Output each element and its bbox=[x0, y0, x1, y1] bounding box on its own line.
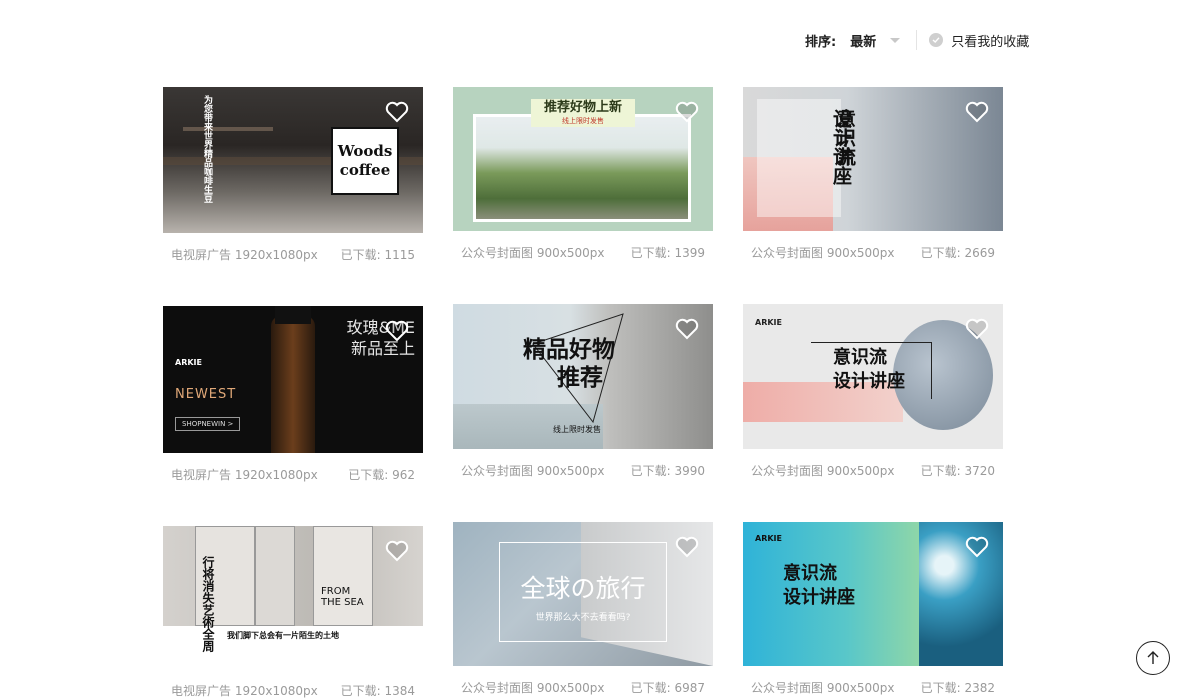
template-thumbnail[interactable]: ARKIE 意识流 设计讲座 bbox=[743, 304, 1003, 449]
heart-icon[interactable] bbox=[675, 536, 699, 558]
card-title: 意识流 bbox=[783, 563, 837, 584]
template-thumbnail[interactable]: FROM THE SEA 行将消失艺術全周 我们脚下总会有一片陌生的土地 bbox=[163, 526, 423, 669]
card-downloads: 已下载: 6987 bbox=[630, 681, 705, 695]
heart-icon[interactable] bbox=[675, 101, 699, 123]
card-downloads: 已下载: 2669 bbox=[920, 246, 995, 260]
heart-icon[interactable] bbox=[965, 101, 989, 123]
card-downloads: 已下载: 2382 bbox=[920, 681, 995, 695]
card-type: 电视屏广告 1920x1080px bbox=[171, 468, 318, 482]
heart-icon[interactable] bbox=[385, 540, 409, 562]
card-title2: 推荐 bbox=[557, 365, 603, 391]
card-downloads: 已下载: 1115 bbox=[340, 248, 415, 262]
card-meta: 电视屏广告 1920x1080px 已下载: 1115 bbox=[163, 246, 423, 263]
card-type: 电视屏广告 1920x1080px bbox=[171, 684, 318, 698]
heart-icon[interactable] bbox=[965, 536, 989, 558]
card-downloads: 已下载: 1384 bbox=[340, 684, 415, 698]
template-thumbnail[interactable]: 全球の旅行 世界那么大不去看看吗? bbox=[453, 522, 713, 666]
card-title2: 意识流 bbox=[834, 109, 856, 166]
template-card: 推荐好物上新 线上限时发售 公众号封面图 900x500px 已下载: 1399 bbox=[453, 87, 713, 261]
favorites-filter-label: 只看我的收藏 bbox=[951, 34, 1030, 50]
card-brand: ARKIE bbox=[755, 318, 782, 327]
card-subtitle: 线上限时发售 bbox=[553, 425, 601, 434]
thumbnail-art: 全球の旅行 世界那么大不去看看吗? bbox=[453, 522, 713, 666]
template-card: 全球の旅行 世界那么大不去看看吗? 公众号封面图 900x500px 已下载: … bbox=[453, 522, 713, 696]
card-meta: 公众号封面图 900x500px 已下载: 2669 bbox=[743, 244, 1003, 261]
card-subtitle: 行将消失艺術全周 bbox=[201, 556, 215, 652]
template-thumbnail[interactable]: 推荐好物上新 线上限时发售 bbox=[453, 87, 713, 231]
sort-label: 排序: bbox=[805, 34, 837, 50]
card-meta: 电视屏广告 1920x1080px 已下载: 1384 bbox=[163, 682, 423, 699]
card-title: 我们脚下总会有一片陌生的土地 bbox=[227, 631, 339, 640]
template-card: ARKIE NEWEST SHOPNEWIN > 玫瑰&ME 新品至上 电视屏广… bbox=[163, 306, 423, 483]
template-card: ARKIE 意识流 设计讲座 公众号封面图 900x500px 已下载: 238… bbox=[743, 522, 1003, 696]
card-type: 电视屏广告 1920x1080px bbox=[171, 248, 318, 262]
card-type: 公众号封面图 900x500px bbox=[461, 464, 605, 478]
sort-value: 最新 bbox=[850, 34, 877, 50]
card-downloads: 已下载: 3720 bbox=[920, 464, 995, 478]
card-subtitle: 线上限时发售 bbox=[562, 117, 604, 125]
template-card: 设计讲座 意识流 公众号封面图 900x500px 已下载: 2669 bbox=[743, 87, 1003, 261]
thumbnail-art: FROM THE SEA 行将消失艺術全周 我们脚下总会有一片陌生的土地 bbox=[163, 526, 423, 669]
card-downloads: 已下载: 3990 bbox=[630, 464, 705, 478]
card-meta: 电视屏广告 1920x1080px 已下载: 962 bbox=[163, 466, 423, 483]
card-subtitle: 世界那么大不去看看吗? bbox=[535, 613, 631, 623]
card-downloads: 已下载: 962 bbox=[348, 468, 415, 482]
heart-icon[interactable] bbox=[675, 318, 699, 340]
heart-icon[interactable] bbox=[385, 320, 409, 342]
heart-icon[interactable] bbox=[965, 318, 989, 340]
template-thumbnail[interactable]: ARKIE 意识流 设计讲座 bbox=[743, 522, 1003, 666]
card-subtitle: 为您带来世界精品咖啡生豆 bbox=[202, 95, 212, 203]
poster-sign: FROM THE SEA bbox=[321, 586, 364, 608]
card-brand: ARKIE bbox=[755, 534, 782, 543]
template-card: 为您带来世界精品咖啡生豆 Woods coffee 电视屏广告 1920x108… bbox=[163, 87, 423, 263]
template-thumbnail[interactable]: 为您带来世界精品咖啡生豆 Woods coffee bbox=[163, 87, 423, 233]
template-thumbnail[interactable]: ARKIE NEWEST SHOPNEWIN > 玫瑰&ME 新品至上 bbox=[163, 306, 423, 453]
logo-box: Woods coffee bbox=[331, 127, 399, 195]
template-thumbnail[interactable]: 精品好物 推荐 线上限时发售 bbox=[453, 304, 713, 449]
template-card: 精品好物 推荐 线上限时发售 公众号封面图 900x500px 已下载: 399… bbox=[453, 304, 713, 479]
thumbnail-art: ARKIE NEWEST SHOPNEWIN > 玫瑰&ME 新品至上 bbox=[163, 306, 423, 453]
card-type: 公众号封面图 900x500px bbox=[461, 681, 605, 695]
heart-icon[interactable] bbox=[385, 101, 409, 123]
check-circle-icon bbox=[929, 33, 944, 47]
card-title2: 新品至上 bbox=[350, 339, 415, 358]
card-type: 公众号封面图 900x500px bbox=[461, 246, 605, 260]
thumbnail-art: 设计讲座 意识流 bbox=[743, 87, 1003, 231]
card-meta: 公众号封面图 900x500px 已下载: 1399 bbox=[453, 244, 713, 261]
back-to-top-button[interactable] bbox=[1136, 641, 1170, 675]
card-title: 意识流 bbox=[833, 347, 887, 368]
card-title: 全球の旅行 bbox=[520, 574, 646, 603]
card-title: 推荐好物上新 bbox=[543, 100, 622, 115]
thumbnail-art: ARKIE 意识流 设计讲座 bbox=[743, 522, 1003, 666]
template-thumbnail[interactable]: 设计讲座 意识流 bbox=[743, 87, 1003, 231]
card-type: 公众号封面图 900x500px bbox=[751, 464, 895, 478]
card-meta: 公众号封面图 900x500px 已下载: 2382 bbox=[743, 679, 1003, 696]
card-downloads: 已下载: 1399 bbox=[630, 246, 705, 260]
thumbnail-art: 为您带来世界精品咖啡生豆 Woods coffee bbox=[163, 87, 423, 233]
sort-dropdown[interactable]: 最新 bbox=[850, 31, 901, 50]
card-title2: 设计讲座 bbox=[833, 371, 905, 392]
card-tag: NEWEST bbox=[175, 387, 237, 402]
card-title: Woods coffee bbox=[337, 142, 393, 179]
thumbnail-art: ARKIE 意识流 设计讲座 bbox=[743, 304, 1003, 449]
card-meta: 公众号封面图 900x500px 已下载: 6987 bbox=[453, 679, 713, 696]
favorites-filter-toggle[interactable]: 只看我的收藏 bbox=[929, 31, 1029, 50]
template-card: ARKIE 意识流 设计讲座 公众号封面图 900x500px 已下载: 372… bbox=[743, 304, 1003, 479]
card-meta: 公众号封面图 900x500px 已下载: 3720 bbox=[743, 462, 1003, 479]
divider bbox=[916, 30, 918, 50]
chevron-down-icon bbox=[890, 37, 901, 43]
toolbar: 排序: 最新 只看我的收藏 bbox=[805, 30, 1029, 50]
card-title: 精品好物 bbox=[523, 337, 615, 363]
thumbnail-art: 精品好物 推荐 线上限时发售 bbox=[453, 304, 713, 449]
thumbnail-art: 推荐好物上新 线上限时发售 bbox=[453, 87, 713, 231]
card-button: SHOPNEWIN > bbox=[175, 417, 241, 431]
card-brand: ARKIE bbox=[175, 358, 202, 367]
card-type: 公众号封面图 900x500px bbox=[751, 246, 895, 260]
card-meta: 公众号封面图 900x500px 已下载: 3990 bbox=[453, 462, 713, 479]
arrow-up-icon bbox=[1147, 651, 1159, 664]
template-card: FROM THE SEA 行将消失艺術全周 我们脚下总会有一片陌生的土地 电视屏… bbox=[163, 526, 423, 699]
card-type: 公众号封面图 900x500px bbox=[751, 681, 895, 695]
card-title2: 设计讲座 bbox=[783, 587, 855, 608]
